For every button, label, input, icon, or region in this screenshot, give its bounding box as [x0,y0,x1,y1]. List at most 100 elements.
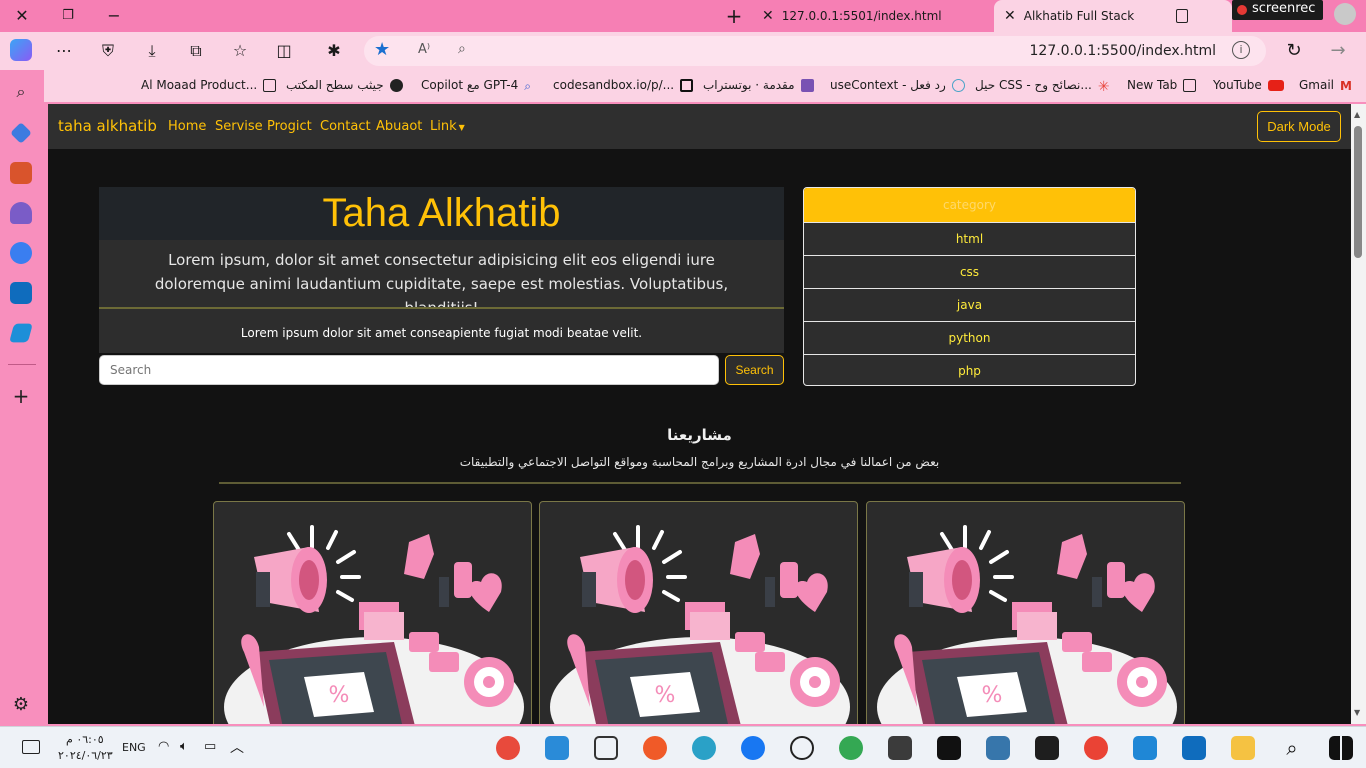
split-screen-icon[interactable]: ◫ [272,39,296,63]
download-icon[interactable]: ⤓ [140,39,164,63]
fav-bootstrap[interactable]: مقدمة · بوتستراب [703,78,814,92]
hero-subtext: Lorem ipsum dolor sit amet conseapiente … [99,309,784,353]
search-input[interactable] [99,355,719,385]
close-window-icon[interactable]: ✕ [10,4,34,28]
category-item-php[interactable]: php [804,354,1135,385]
shopping-tag-icon[interactable] [10,122,32,144]
collections-icon[interactable]: ⧉ [184,39,208,63]
category-item-python[interactable]: python [804,321,1135,354]
input-language[interactable]: ENG [122,741,146,754]
read-aloud-icon[interactable]: A⁾ [418,42,430,57]
fav-css-tricks[interactable]: حيل CSS - نصائح وح... ✳ [975,78,1111,95]
copilot-icon[interactable] [10,39,32,61]
tab-close-icon[interactable]: ✕ [1004,8,1016,24]
clock-date[interactable]: ٢٠٢٤/٠٦/٢٣ [58,749,113,762]
page-viewport: taha alkhatib Home Servise Progict Conta… [48,104,1351,724]
fav-github-desktop[interactable]: جيثب سطح المكتب [286,78,403,92]
app-m-icon[interactable] [937,736,961,760]
task-view-icon[interactable] [594,736,618,760]
nav-servise[interactable]: Servise [215,119,263,134]
chatgpt-icon[interactable] [790,736,814,760]
minimize-icon[interactable]: − [102,4,126,28]
project-card[interactable]: % [866,501,1185,724]
tab-127-0-0-1-5501[interactable]: ✕ 127.0.0.1:5501/index.html [752,0,996,32]
games-icon[interactable] [10,202,32,224]
search-icon[interactable]: ⌕ [1280,736,1304,760]
fav-youtube[interactable]: YouTube [1213,78,1284,92]
category-item-css[interactable]: css [804,255,1135,288]
chrome-dev-icon[interactable] [496,736,520,760]
fav-new-tab[interactable]: New Tab [1127,78,1197,92]
fav-al-moaad[interactable]: Al Moaad Product... [141,78,277,92]
favorites-icon[interactable]: ☆ [228,39,252,63]
tab-title: 127.0.0.1:5501/index.html [781,9,942,23]
site-navbar: taha alkhatib Home Servise Progict Conta… [48,104,1351,149]
mail-icon[interactable] [1182,736,1206,760]
postman-icon[interactable] [643,736,667,760]
page-icon [1176,9,1189,23]
copilot-sidebar-icon[interactable] [10,242,32,264]
chevron-up-icon[interactable]: ︿ [230,737,244,757]
dark-mode-button[interactable]: Dark Mode [1257,111,1341,142]
search-button[interactable]: Search [725,355,784,385]
zoom-search-icon[interactable]: ⌕ [458,41,466,57]
fav-codesandbox[interactable]: codesandbox.io/p/... [553,78,694,92]
outlook-icon[interactable] [10,282,32,304]
tab-close-icon[interactable]: ✕ [762,8,774,24]
nav-home[interactable]: Home [168,119,206,134]
site-info-icon[interactable]: i [1232,41,1250,59]
edge-sidebar: ⌕ + ⚙ [0,70,44,726]
favorite-star-icon[interactable]: ★ [374,39,390,60]
battery-icon[interactable]: ▭ [204,739,216,754]
scroll-up-icon[interactable]: ▲ [1354,110,1360,119]
search-icon[interactable]: ⌕ [10,82,32,104]
file-explorer-icon[interactable] [1231,736,1255,760]
scrollbar-thumb[interactable] [1354,126,1362,258]
projects-title: مشاريعنا [667,426,732,444]
add-icon[interactable]: + [10,385,32,407]
windows-start-icon[interactable] [1329,736,1353,760]
tools-icon[interactable] [10,162,32,184]
facebook-icon[interactable] [741,736,765,760]
vscode-icon[interactable] [545,736,569,760]
project-card[interactable]: % [539,501,858,724]
category-item-html[interactable]: html [804,222,1135,255]
scroll-down-icon[interactable]: ▼ [1354,708,1360,717]
nav-abuaot[interactable]: Abuaot [376,119,422,134]
wifi-icon[interactable]: ◠ [158,739,169,754]
refresh-icon[interactable]: ↻ [1282,39,1306,63]
more-icon[interactable]: ⋯ [52,39,76,63]
nav-progict[interactable]: Progict [267,119,312,134]
fav-copilot[interactable]: Copilot مع GPT-4 ⌕ [421,78,537,93]
microsoft-store-icon[interactable] [1133,736,1157,760]
chrome-icon[interactable] [839,736,863,760]
category-item-java[interactable]: java [804,288,1135,321]
google-icon[interactable] [1084,736,1108,760]
telegram-icon[interactable] [9,323,33,343]
forward-icon[interactable]: → [1326,39,1350,63]
settings-gear-icon[interactable]: ⚙ [10,694,32,716]
nav-contact[interactable]: Contact [320,119,371,134]
project-card[interactable]: % [213,501,532,724]
profile-avatar[interactable] [1334,3,1356,25]
page-scrollbar[interactable]: ▲ ▼ [1351,104,1366,724]
extension-shield-icon[interactable]: ⛨ [96,39,120,63]
restore-icon[interactable]: ❐ [56,4,80,28]
address-bar[interactable]: ★ A⁾ ⌕ 127.0.0.1:5500/index.html i [364,36,1266,66]
projects-subtitle: بعض من اعمالنا في مجال ادرة المشاريع وبر… [459,455,940,469]
python-icon[interactable] [986,736,1010,760]
tab-alkhatib-full-stack[interactable]: ✕ Alkhatib Full Stack [994,0,1232,32]
clock-time[interactable]: ٠٦:٠٥ م [66,733,104,746]
app-p-icon[interactable] [888,736,912,760]
fav-usecontext[interactable]: useContext - رد فعل [830,78,965,92]
new-tab-icon[interactable]: + [722,4,746,28]
terminal-icon[interactable] [1035,736,1059,760]
extensions-icon[interactable]: ✱ [322,39,346,63]
volume-icon[interactable]: 🔈︎ [180,739,188,754]
edge-icon[interactable] [692,736,716,760]
fav-gmail[interactable]: Gmail M [1299,78,1353,93]
brand-link[interactable]: taha alkhatib [58,117,157,135]
search-icon: ⌕ [524,78,531,93]
notifications-icon[interactable] [22,740,40,754]
nav-link-dropdown[interactable]: Link ▼ [430,119,465,134]
